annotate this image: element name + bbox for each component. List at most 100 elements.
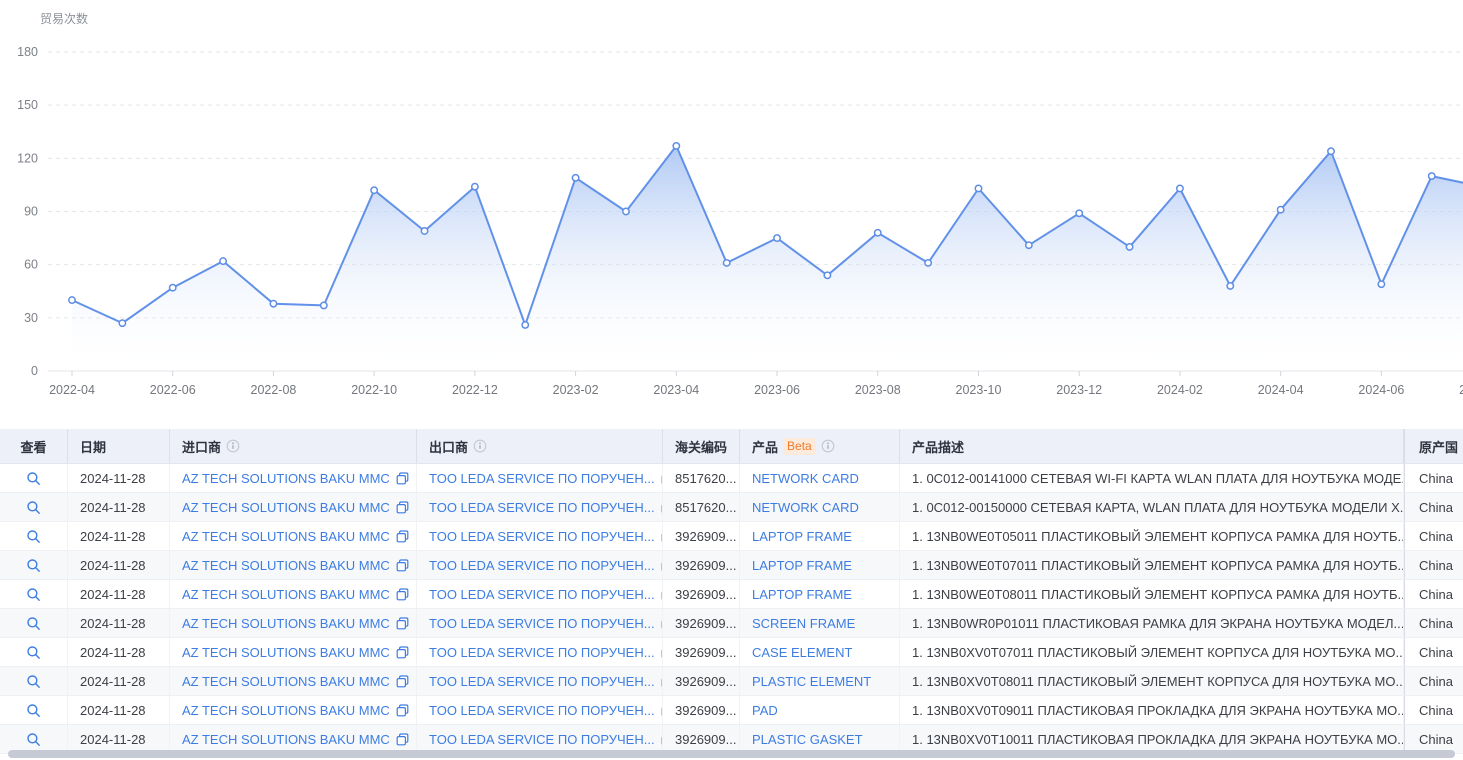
exporter-link[interactable]: TOO LEDA SERVICE ПО ПОРУЧЕН... [429,732,655,747]
exporter-link[interactable]: TOO LEDA SERVICE ПО ПОРУЧЕН... [429,616,655,631]
data-point-marker[interactable] [1076,210,1082,216]
product-link[interactable]: PLASTIC GASKET [752,732,863,747]
data-point-marker[interactable] [1026,242,1032,248]
data-point-marker[interactable] [472,183,478,189]
exporter-link[interactable]: TOO LEDA SERVICE ПО ПОРУЧЕН... [429,674,655,689]
data-point-marker[interactable] [371,187,377,193]
data-point-marker[interactable] [623,208,629,214]
copy-icon[interactable] [396,559,409,572]
data-point-marker[interactable] [975,185,981,191]
copy-icon[interactable] [396,733,409,746]
data-point-marker[interactable] [723,260,729,266]
horizontal-scrollbar-thumb[interactable] [8,750,1455,758]
data-point-marker[interactable] [824,272,830,278]
exporter-link[interactable]: TOO LEDA SERVICE ПО ПОРУЧЕН... [429,529,655,544]
data-point-marker[interactable] [119,320,125,326]
trade-records-table: 查看 日期 进口商 出口商 海关编码 产品 Be [0,429,1463,760]
importer-link[interactable]: AZ TECH SOLUTIONS BAKU MMC [182,616,390,631]
product-link[interactable]: LAPTOP FRAME [752,529,852,544]
data-point-marker[interactable] [673,143,679,149]
hscode-cell: 3926909... [663,609,740,637]
origin-cell: China [1404,638,1463,666]
product-link[interactable]: CASE ELEMENT [752,645,852,660]
magnifier-icon[interactable] [26,558,41,573]
data-point-marker[interactable] [572,175,578,181]
data-point-marker[interactable] [774,235,780,241]
view-cell [0,667,68,695]
data-point-marker[interactable] [270,300,276,306]
copy-icon[interactable] [396,704,409,717]
copy-icon[interactable] [396,501,409,514]
magnifier-icon[interactable] [26,645,41,660]
copy-icon[interactable] [396,617,409,630]
info-icon[interactable] [473,439,487,453]
copy-icon[interactable] [396,472,409,485]
beta-badge: Beta [783,438,816,455]
product-cell: CASE ELEMENT [740,638,900,666]
exporter-link[interactable]: TOO LEDA SERVICE ПО ПОРУЧЕН... [429,703,655,718]
data-point-marker[interactable] [1177,185,1183,191]
info-icon[interactable] [226,439,240,453]
importer-link[interactable]: AZ TECH SOLUTIONS BAKU MMC [182,500,390,515]
product-link[interactable]: LAPTOP FRAME [752,558,852,573]
product-link[interactable]: NETWORK CARD [752,500,859,515]
importer-link[interactable]: AZ TECH SOLUTIONS BAKU MMC [182,558,390,573]
data-point-marker[interactable] [522,322,528,328]
importer-link[interactable]: AZ TECH SOLUTIONS BAKU MMC [182,587,390,602]
data-point-marker[interactable] [321,302,327,308]
data-point-marker[interactable] [421,228,427,234]
data-point-marker[interactable] [925,260,931,266]
importer-link[interactable]: AZ TECH SOLUTIONS BAKU MMC [182,471,390,486]
magnifier-icon[interactable] [26,703,41,718]
product-link[interactable]: PLASTIC ELEMENT [752,674,871,689]
copy-icon[interactable] [396,646,409,659]
magnifier-icon[interactable] [26,674,41,689]
copy-icon[interactable] [396,675,409,688]
trade-chart-svg: 03060901201501802022-042022-062022-08202… [0,0,1463,420]
importer-link[interactable]: AZ TECH SOLUTIONS BAKU MMC [182,529,390,544]
x-axis-tick-label: 2024-08 [1459,383,1463,397]
copy-icon[interactable] [396,530,409,543]
data-point-marker[interactable] [69,297,75,303]
importer-link[interactable]: AZ TECH SOLUTIONS BAKU MMC [182,645,390,660]
exporter-link[interactable]: TOO LEDA SERVICE ПО ПОРУЧЕН... [429,558,655,573]
origin-cell: China [1404,551,1463,579]
description-cell: 1. 0C012-00141000 СЕТЕВАЯ WI-FI КАРТА WL… [900,464,1404,492]
importer-link[interactable]: AZ TECH SOLUTIONS BAKU MMC [182,732,390,747]
exporter-cell: TOO LEDA SERVICE ПО ПОРУЧЕН... [417,667,663,695]
data-point-marker[interactable] [1378,281,1384,287]
exporter-link[interactable]: TOO LEDA SERVICE ПО ПОРУЧЕН... [429,645,655,660]
magnifier-icon[interactable] [26,529,41,544]
magnifier-icon[interactable] [26,616,41,631]
product-link[interactable]: LAPTOP FRAME [752,587,852,602]
product-link[interactable]: PAD [752,703,778,718]
exporter-link[interactable]: TOO LEDA SERVICE ПО ПОРУЧЕН... [429,500,655,515]
magnifier-icon[interactable] [26,500,41,515]
magnifier-icon[interactable] [26,732,41,747]
data-point-marker[interactable] [170,285,176,291]
column-header-view: 查看 [0,429,68,463]
data-point-marker[interactable] [875,230,881,236]
y-axis-tick-label: 120 [17,151,38,165]
info-icon[interactable] [821,439,835,453]
data-point-marker[interactable] [1277,207,1283,213]
exporter-link[interactable]: TOO LEDA SERVICE ПО ПОРУЧЕН... [429,587,655,602]
x-axis-tick-label: 2023-12 [1056,383,1102,397]
product-link[interactable]: NETWORK CARD [752,471,859,486]
product-cell: NETWORK CARD [740,493,900,521]
magnifier-icon[interactable] [26,587,41,602]
column-header-exporter: 出口商 [417,429,663,463]
exporter-cell: TOO LEDA SERVICE ПО ПОРУЧЕН... [417,696,663,724]
exporter-cell: TOO LEDA SERVICE ПО ПОРУЧЕН... [417,522,663,550]
product-link[interactable]: SCREEN FRAME [752,616,855,631]
data-point-marker[interactable] [220,258,226,264]
data-point-marker[interactable] [1328,148,1334,154]
data-point-marker[interactable] [1429,173,1435,179]
copy-icon[interactable] [396,588,409,601]
magnifier-icon[interactable] [26,471,41,486]
importer-link[interactable]: AZ TECH SOLUTIONS BAKU MMC [182,674,390,689]
data-point-marker[interactable] [1227,283,1233,289]
exporter-link[interactable]: TOO LEDA SERVICE ПО ПОРУЧЕН... [429,471,655,486]
data-point-marker[interactable] [1126,244,1132,250]
importer-link[interactable]: AZ TECH SOLUTIONS BAKU MMC [182,703,390,718]
